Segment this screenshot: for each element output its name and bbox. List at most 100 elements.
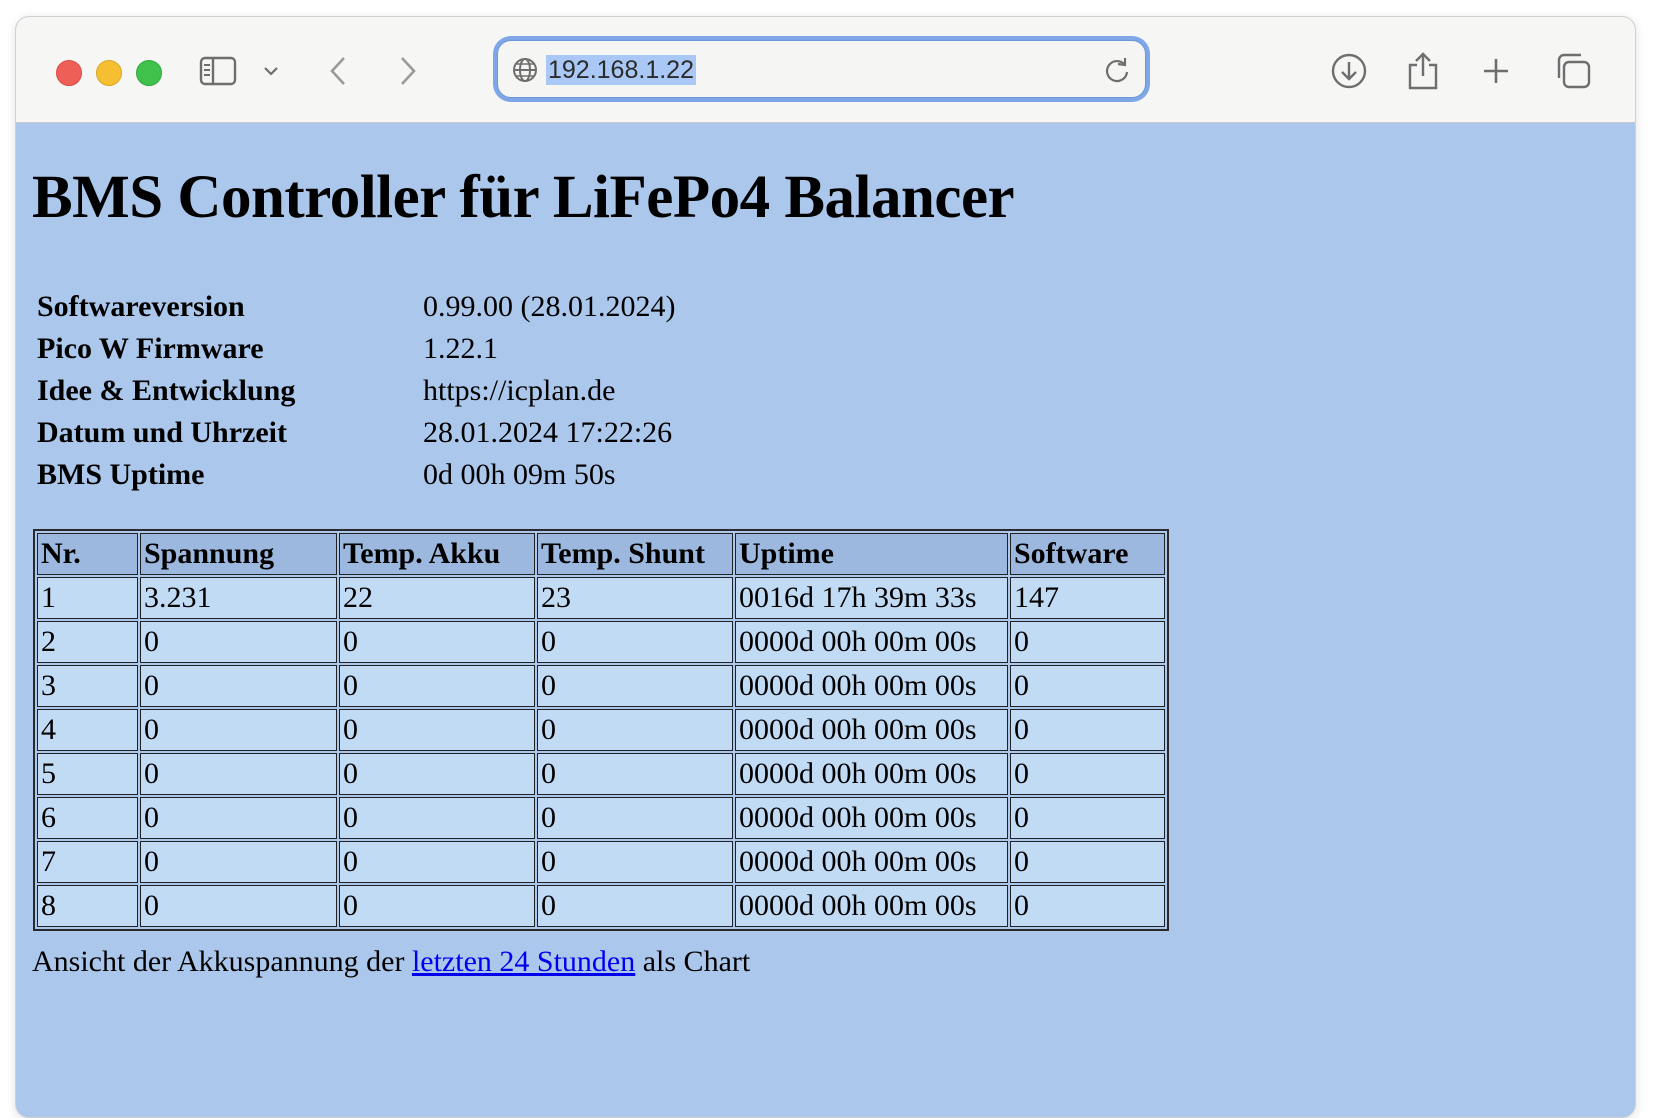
info-value: 28.01.2024 17:22:26 [423, 416, 673, 449]
table-cell: 0000d 00h 00m 00s [735, 885, 1008, 927]
column-header: Temp. Akku [339, 533, 535, 575]
info-value: 0d 00h 09m 50s [423, 458, 616, 491]
table-cell: 0016d 17h 39m 33s [735, 577, 1008, 619]
table-cell: 0 [1010, 709, 1165, 751]
table-row: 2 0 0 0 0000d 00h 00m 00s 0 [37, 621, 1165, 663]
info-key: BMS Uptime [37, 458, 205, 491]
table-cell: 0 [1010, 885, 1165, 927]
info-value: 0.99.00 (28.01.2024) [423, 290, 676, 323]
info-key: Idee & Entwicklung [37, 374, 296, 407]
info-list: Softwareversion 0.99.00 (28.01.2024) Pic… [37, 286, 675, 496]
table-cell: 0000d 00h 00m 00s [735, 665, 1008, 707]
info-key: Pico W Firmware [37, 332, 264, 365]
download-icon[interactable] [1327, 49, 1371, 93]
info-value: https://icplan.de [423, 374, 616, 407]
last-24-hours-link[interactable]: letzten 24 Stunden [412, 945, 635, 978]
new-tab-plus-icon[interactable] [1474, 49, 1518, 93]
chevron-down-icon[interactable] [249, 49, 293, 93]
info-value: 1.22.1 [423, 332, 498, 365]
cell-table: Nr. Spannung Temp. Akku Temp. Shunt Upti… [33, 529, 1169, 931]
chart-link-text: Ansicht der Akkuspannung der letzten 24 … [32, 945, 750, 979]
table-row: 7 0 0 0 0000d 00h 00m 00s 0 [37, 841, 1165, 883]
info-row: Datum und Uhrzeit 28.01.2024 17:22:26 [37, 412, 675, 454]
table-cell: 23 [537, 577, 733, 619]
table-cell: 4 [37, 709, 138, 751]
browser-toolbar: 192.168.1.22 [16, 17, 1635, 123]
table-cell: 22 [339, 577, 535, 619]
page-title: BMS Controller für LiFePo4 Balancer [32, 164, 1015, 231]
footer-text-before: Ansicht der Akkuspannung der [32, 945, 405, 978]
info-row: Pico W Firmware 1.22.1 [37, 328, 675, 370]
globe-icon [512, 57, 538, 88]
table-cell: 7 [37, 841, 138, 883]
address-bar[interactable]: 192.168.1.22 [497, 40, 1146, 98]
table-cell: 0 [537, 753, 733, 795]
table-cell: 3.231 [140, 577, 337, 619]
table-cell: 0 [140, 797, 337, 839]
table-cell: 0 [1010, 665, 1165, 707]
table-cell: 0 [1010, 621, 1165, 663]
table-row: 8 0 0 0 0000d 00h 00m 00s 0 [37, 885, 1165, 927]
forward-arrow-icon[interactable] [386, 49, 430, 93]
table-cell: 0 [1010, 797, 1165, 839]
table-cell: 5 [37, 753, 138, 795]
column-header: Software [1010, 533, 1165, 575]
table-cell: 0 [140, 885, 337, 927]
back-arrow-icon[interactable] [316, 49, 360, 93]
table-row: 6 0 0 0 0000d 00h 00m 00s 0 [37, 797, 1165, 839]
table-cell: 0 [140, 753, 337, 795]
table-cell: 6 [37, 797, 138, 839]
sidebar-toggle-icon[interactable] [196, 49, 240, 93]
table-cell: 0 [339, 621, 535, 663]
table-cell: 0000d 00h 00m 00s [735, 709, 1008, 751]
page-content: BMS Controller für LiFePo4 Balancer Soft… [16, 123, 1635, 1117]
url-text[interactable]: 192.168.1.22 [546, 55, 696, 85]
share-icon[interactable] [1401, 49, 1445, 93]
table-cell: 0 [140, 621, 337, 663]
table-cell: 0000d 00h 00m 00s [735, 753, 1008, 795]
info-key: Softwareversion [37, 290, 245, 323]
table-header-row: Nr. Spannung Temp. Akku Temp. Shunt Upti… [37, 533, 1165, 575]
table-row: 5 0 0 0 0000d 00h 00m 00s 0 [37, 753, 1165, 795]
table-cell: 0 [339, 797, 535, 839]
close-window-button[interactable] [56, 60, 82, 86]
browser-window: 192.168.1.22 BMS Controller für LiFePo4 … [15, 16, 1636, 1118]
table-cell: 0 [339, 885, 535, 927]
column-header: Nr. [37, 533, 138, 575]
info-row: BMS Uptime 0d 00h 09m 50s [37, 454, 675, 496]
table-cell: 0 [1010, 753, 1165, 795]
table-cell: 0 [537, 841, 733, 883]
table-row: 4 0 0 0 0000d 00h 00m 00s 0 [37, 709, 1165, 751]
table-cell: 0 [537, 621, 733, 663]
table-cell: 0 [140, 709, 337, 751]
table-cell: 0 [140, 841, 337, 883]
info-row: Idee & Entwicklung https://icplan.de [37, 370, 675, 412]
table-cell: 0 [537, 665, 733, 707]
table-cell: 147 [1010, 577, 1165, 619]
footer-text-after: als Chart [642, 945, 751, 978]
table-cell: 2 [37, 621, 138, 663]
table-cell: 0 [339, 709, 535, 751]
reload-icon[interactable] [1103, 56, 1131, 89]
table-cell: 1 [37, 577, 138, 619]
table-cell: 0000d 00h 00m 00s [735, 621, 1008, 663]
table-cell: 0 [339, 665, 535, 707]
table-cell: 8 [37, 885, 138, 927]
table-cell: 0 [537, 709, 733, 751]
table-cell: 0 [339, 841, 535, 883]
info-row: Softwareversion 0.99.00 (28.01.2024) [37, 286, 675, 328]
info-key: Datum und Uhrzeit [37, 416, 288, 449]
table-cell: 0 [140, 665, 337, 707]
tab-overview-icon[interactable] [1551, 49, 1595, 93]
column-header: Temp. Shunt [537, 533, 733, 575]
table-row: 3 0 0 0 0000d 00h 00m 00s 0 [37, 665, 1165, 707]
table-cell: 0 [339, 753, 535, 795]
table-cell: 0 [537, 885, 733, 927]
column-header: Uptime [735, 533, 1008, 575]
minimize-window-button[interactable] [96, 60, 122, 86]
table-cell: 0000d 00h 00m 00s [735, 797, 1008, 839]
zoom-window-button[interactable] [136, 60, 162, 86]
table-cell: 0 [1010, 841, 1165, 883]
table-row: 1 3.231 22 23 0016d 17h 39m 33s 147 [37, 577, 1165, 619]
table-cell: 0000d 00h 00m 00s [735, 841, 1008, 883]
